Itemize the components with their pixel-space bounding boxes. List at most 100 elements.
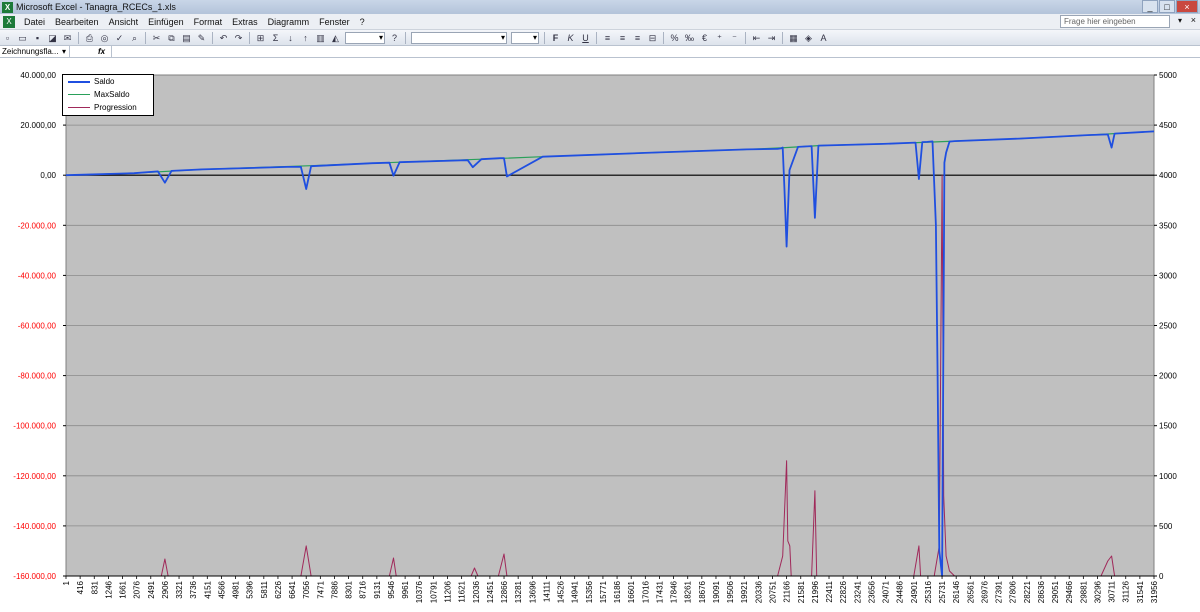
toolbar-separator — [145, 31, 146, 44]
permission-icon[interactable]: ◪ — [46, 32, 59, 44]
underline-icon[interactable]: U — [579, 32, 592, 44]
document-close-icon[interactable]: × — [1191, 15, 1196, 25]
minimize-button[interactable]: _ — [1142, 0, 1158, 13]
increase-decimal-icon[interactable]: ⁺ — [713, 32, 726, 44]
x-tick-label: 21581 — [797, 580, 806, 603]
name-box[interactable]: Zeichnungsfla... — [0, 46, 70, 57]
x-axis: 1 416 831 1246 1661 2076 2491 2906 3321 3736 4151 4… — [62, 575, 1159, 603]
menu-ansicht[interactable]: Ansicht — [104, 17, 144, 27]
currency-icon[interactable]: % — [668, 32, 681, 44]
new-icon[interactable]: ▫ — [1, 32, 14, 44]
increase-indent-icon[interactable]: ⇥ — [765, 32, 778, 44]
toolbar: ▫ ▭ ▪ ◪ ✉ ⎙ ◎ ✓ ⌕ ✂ ⧉ ▤ ✎ ↶ ↷ ⊞ Σ ↓ ↑ ▥ … — [0, 30, 1200, 46]
cut-icon[interactable]: ✂ — [150, 32, 163, 44]
save-icon[interactable]: ▪ — [31, 32, 44, 44]
sort-desc-icon[interactable]: ↑ — [299, 32, 312, 44]
x-tick-label: 16601 — [627, 580, 636, 603]
menu-help[interactable]: ? — [355, 17, 370, 27]
x-tick-label: 2491 — [147, 580, 156, 598]
x-tick-label: 4151 — [203, 580, 212, 598]
formula-input[interactable] — [111, 46, 1200, 57]
paste-icon[interactable]: ▤ — [180, 32, 193, 44]
font-name-combo[interactable] — [411, 31, 507, 44]
decrease-indent-icon[interactable]: ⇤ — [750, 32, 763, 44]
align-left-icon[interactable]: ≡ — [601, 32, 614, 44]
borders-icon[interactable]: ▦ — [787, 32, 800, 44]
excel-app-icon: X — [2, 1, 13, 13]
research-icon[interactable]: ⌕ — [128, 32, 141, 44]
euro-icon[interactable]: € — [698, 32, 711, 44]
zoom-combo[interactable] — [345, 31, 385, 44]
y2-tick-label: 1500 — [1159, 422, 1177, 431]
toolbar-separator — [249, 31, 250, 44]
menu-bearbeiten[interactable]: Bearbeiten — [50, 17, 104, 27]
menu-diagramm[interactable]: Diagramm — [263, 17, 315, 27]
x-tick-label: 11621 — [458, 580, 467, 602]
y2-tick-label: 3500 — [1159, 221, 1177, 230]
close-button[interactable]: × — [1176, 0, 1198, 13]
percent-icon[interactable]: ‰ — [683, 32, 696, 44]
x-tick-label: 16186 — [613, 580, 622, 603]
menu-extras[interactable]: Extras — [227, 17, 263, 27]
merge-center-icon[interactable]: ⊟ — [646, 32, 659, 44]
menu-bar: X Datei Bearbeiten Ansicht Einfügen Form… — [0, 14, 1200, 30]
italic-icon[interactable]: K — [564, 32, 577, 44]
x-tick-label: 1246 — [104, 580, 113, 598]
menu-einfuegen[interactable]: Einfügen — [143, 17, 189, 27]
drawing-icon[interactable]: ◭ — [329, 32, 342, 44]
x-tick-label: 24901 — [910, 580, 919, 603]
formula-bar: Zeichnungsfla... fx — [0, 46, 1200, 58]
x-tick-label: 22826 — [839, 580, 848, 603]
x-tick-label: 10376 — [415, 580, 424, 603]
sort-asc-icon[interactable]: ↓ — [284, 32, 297, 44]
menu-format[interactable]: Format — [189, 17, 228, 27]
y-tick-label: 40.000,00 — [20, 71, 56, 80]
redo-icon[interactable]: ↷ — [232, 32, 245, 44]
x-tick-label: 28636 — [1037, 580, 1046, 603]
menu-datei[interactable]: Datei — [19, 17, 50, 27]
undo-icon[interactable]: ↶ — [217, 32, 230, 44]
x-tick-label: 4981 — [232, 580, 241, 598]
decrease-decimal-icon[interactable]: ⁻ — [728, 32, 741, 44]
y-tick-label: 0,00 — [40, 171, 56, 180]
window-title: Microsoft Excel - Tanagra_RCECs_1.xls — [16, 2, 176, 12]
preview-icon[interactable]: ◎ — [98, 32, 111, 44]
x-tick-label: 12866 — [500, 580, 509, 603]
open-icon[interactable]: ▭ — [16, 32, 29, 44]
chart-area[interactable]: 40.000,00 20.000,00 0,00 -20.000,00 -40.000,… — [0, 58, 1200, 612]
toolbar-separator — [544, 31, 545, 44]
help-dropdown-icon[interactable]: ▾ — [1178, 16, 1182, 25]
email-icon[interactable]: ✉ — [61, 32, 74, 44]
legend-item-saldo: Saldo — [63, 75, 153, 88]
y-tick-label: -140.000,00 — [13, 522, 56, 531]
print-icon[interactable]: ⎙ — [83, 32, 96, 44]
window-buttons: _ □ × — [1142, 0, 1198, 13]
font-size-combo[interactable] — [511, 31, 539, 44]
help-search-input[interactable]: Frage hier eingeben — [1060, 15, 1170, 28]
copy-icon[interactable]: ⧉ — [165, 32, 178, 44]
format-painter-icon[interactable]: ✎ — [195, 32, 208, 44]
x-tick-label: 17846 — [670, 580, 679, 603]
document-icon[interactable]: X — [3, 15, 15, 28]
fx-icon[interactable]: fx — [98, 47, 105, 56]
bold-icon[interactable]: F — [549, 32, 562, 44]
hyperlink-icon[interactable]: ⊞ — [254, 32, 267, 44]
align-right-icon[interactable]: ≡ — [631, 32, 644, 44]
x-tick-label: 5811 — [260, 580, 269, 598]
menu-fenster[interactable]: Fenster — [314, 17, 355, 27]
legend-swatch-maxsaldo — [68, 94, 90, 95]
align-center-icon[interactable]: ≡ — [616, 32, 629, 44]
chart-legend[interactable]: Saldo MaxSaldo Progression — [62, 74, 154, 116]
font-color-icon[interactable]: A — [817, 32, 830, 44]
chart-wizard-icon[interactable]: ▥ — [314, 32, 327, 44]
legend-item-maxsaldo: MaxSaldo — [63, 88, 153, 101]
fill-color-icon[interactable]: ◈ — [802, 32, 815, 44]
autosum-icon[interactable]: Σ — [269, 32, 282, 44]
window-titlebar: X Microsoft Excel - Tanagra_RCECs_1.xls … — [0, 0, 1200, 14]
spellcheck-icon[interactable]: ✓ — [113, 32, 126, 44]
x-tick-label: 26146 — [952, 580, 961, 603]
x-tick-label: 10791 — [429, 580, 438, 603]
x-tick-label: 23241 — [853, 580, 862, 603]
maximize-button[interactable]: □ — [1159, 0, 1175, 13]
help-icon[interactable]: ? — [388, 32, 401, 44]
